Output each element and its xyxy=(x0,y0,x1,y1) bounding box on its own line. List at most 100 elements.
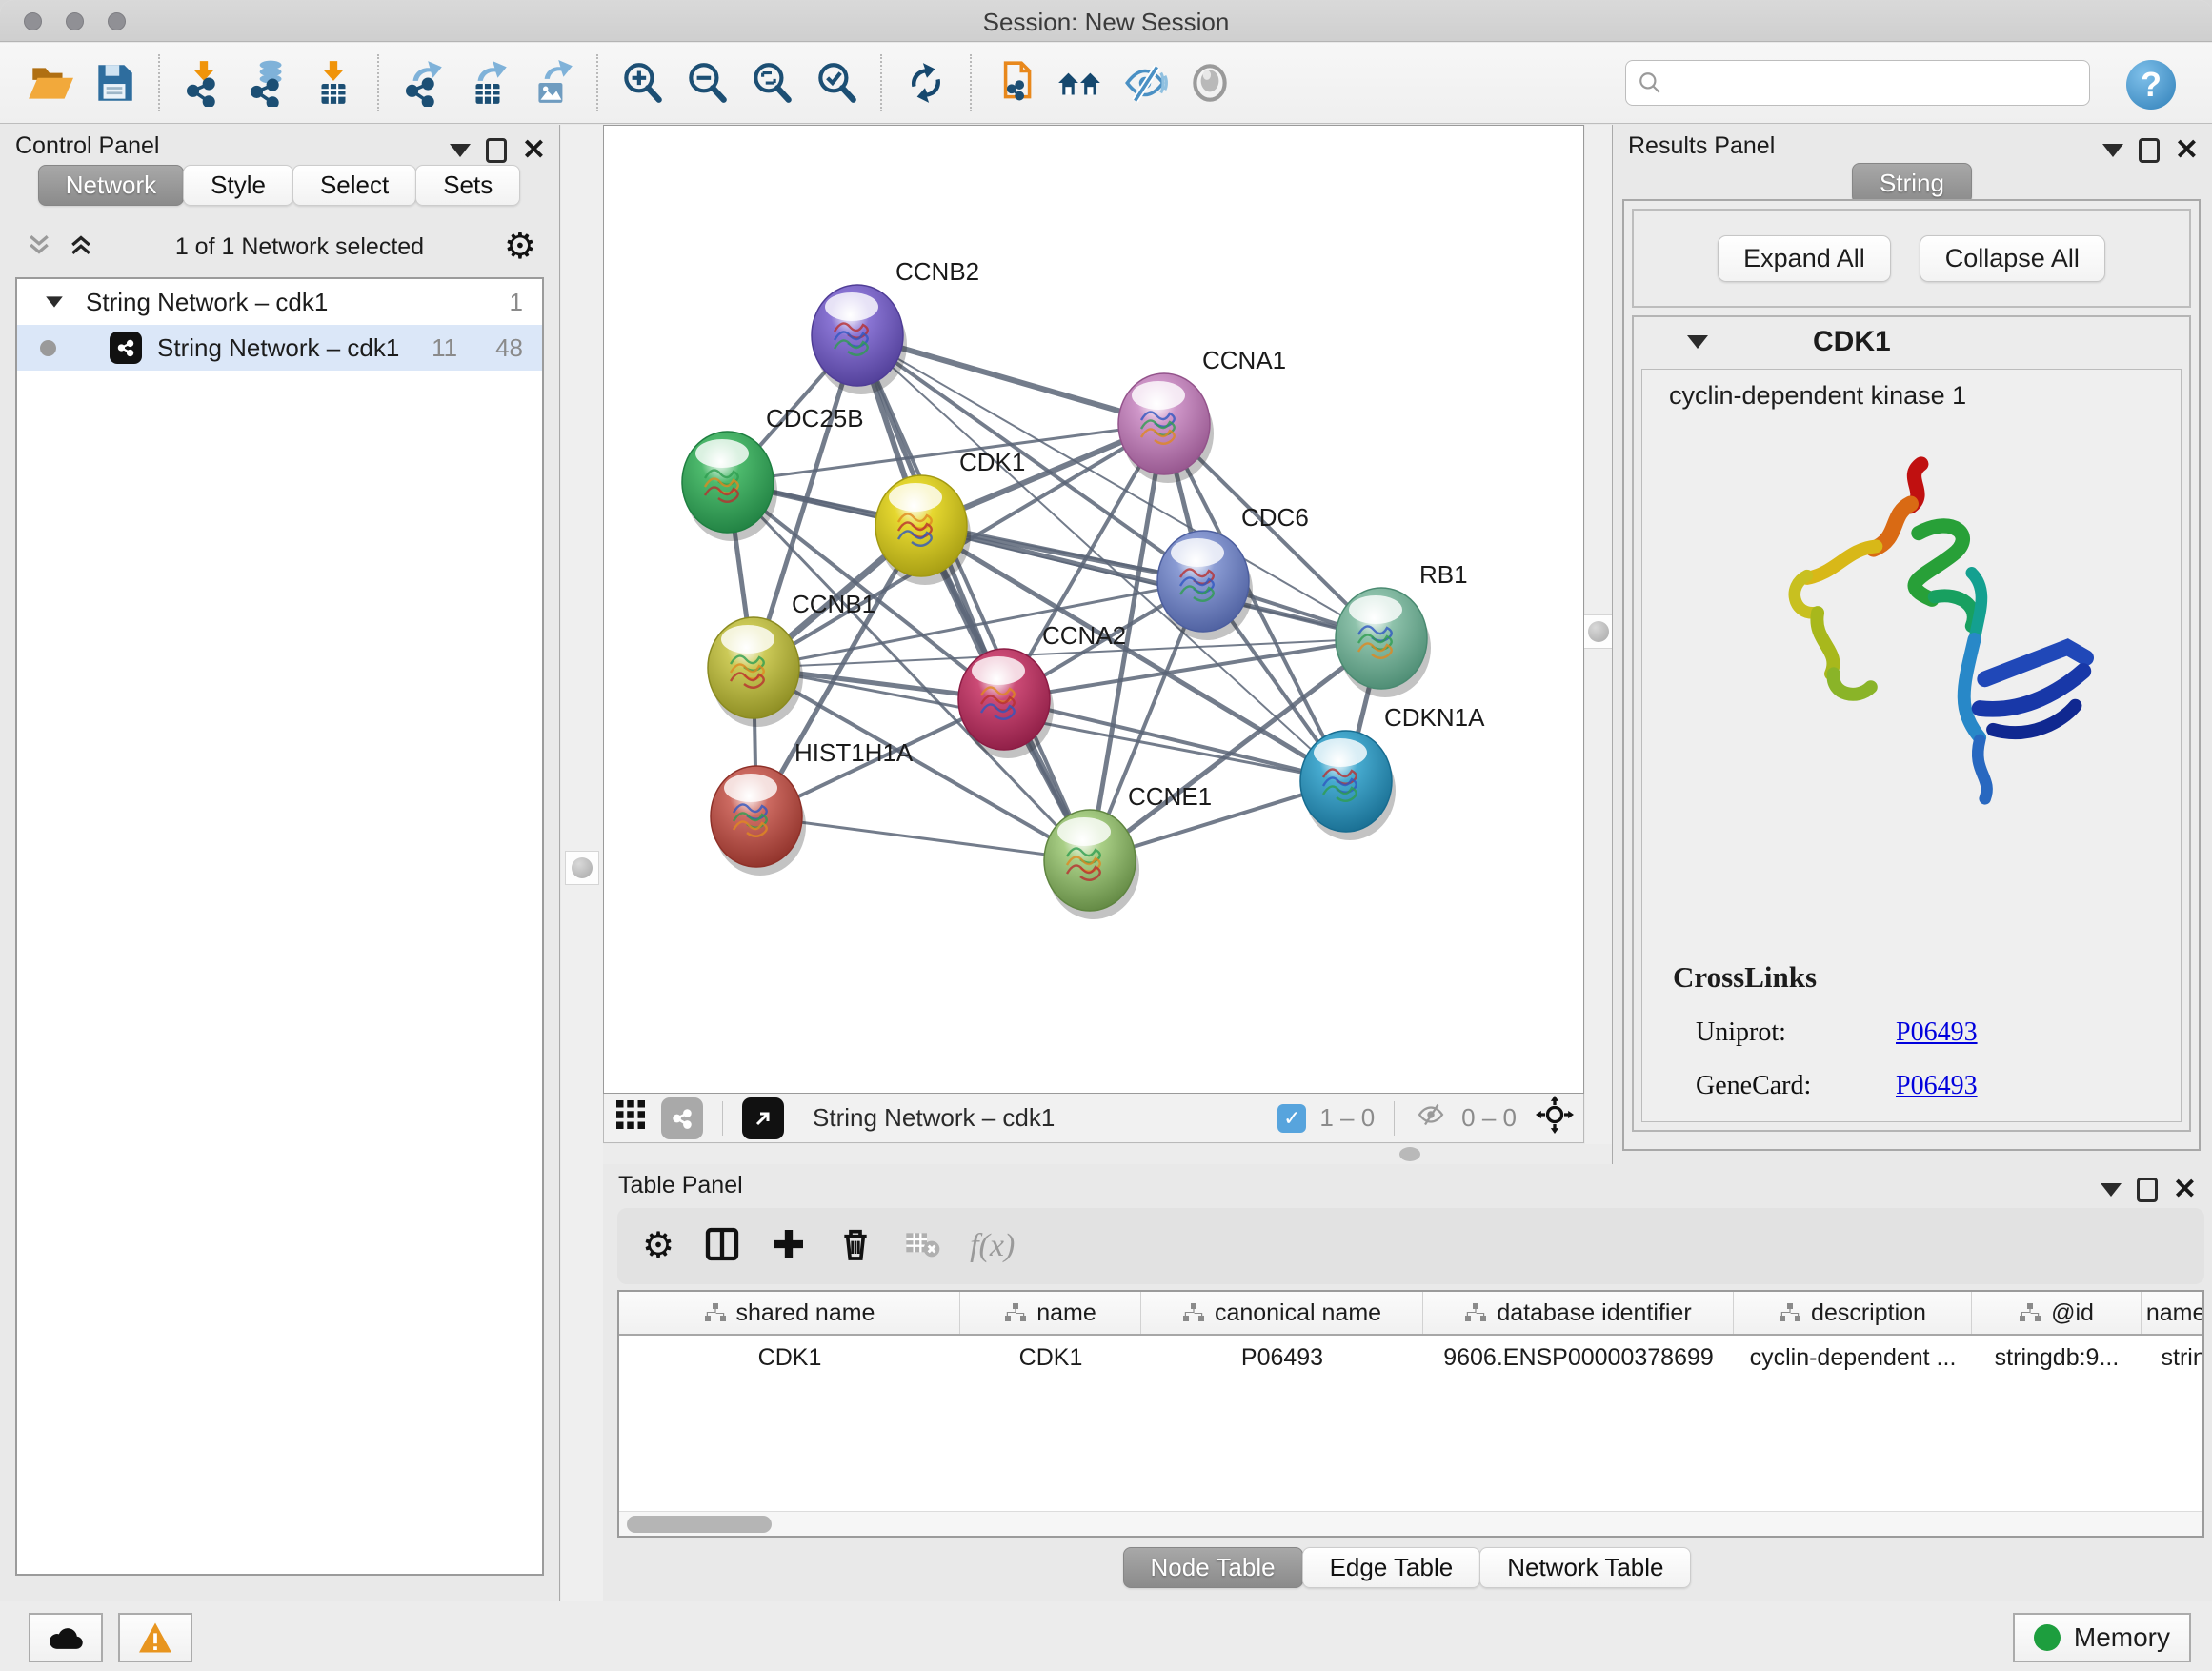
network-canvas[interactable]: CCNB2 CCNA1 CDC25BCDK1 CDC6RB1 CCNB1 CCNA2 CDK… xyxy=(603,125,1584,1094)
hidden-eye-icon[interactable] xyxy=(1414,1097,1448,1138)
column-header--id[interactable]: @id xyxy=(1972,1292,2142,1334)
tab-network[interactable]: Network xyxy=(38,165,184,206)
zoom-selected-icon[interactable] xyxy=(810,56,863,110)
cloud-status-button[interactable] xyxy=(29,1613,103,1662)
panel-menu-icon[interactable] xyxy=(450,144,471,157)
detach-view-icon[interactable] xyxy=(742,1097,784,1139)
network-node-ccna1[interactable]: CCNA1 xyxy=(1118,346,1286,483)
network-node-cdc25b[interactable]: CDC25B xyxy=(682,404,864,541)
panel-menu-icon[interactable] xyxy=(2101,1183,2122,1197)
float-panel-icon[interactable] xyxy=(486,138,507,163)
left-splitter-handle[interactable] xyxy=(565,851,599,885)
tab-network-table[interactable]: Network Table xyxy=(1479,1547,1691,1588)
column-header-canonical-name[interactable]: canonical name xyxy=(1141,1292,1423,1334)
save-session-icon[interactable] xyxy=(88,56,141,110)
hide-selected-eye-icon[interactable] xyxy=(1118,56,1172,110)
network-options-gear-icon[interactable]: ⚙ xyxy=(504,229,536,265)
show-hidden-eye-icon[interactable] xyxy=(1183,56,1237,110)
network-node-cdkn1a[interactable]: CDKN1A xyxy=(1300,703,1485,840)
add-column-icon[interactable] xyxy=(770,1225,808,1268)
float-panel-icon[interactable] xyxy=(2139,138,2160,163)
zoom-fit-icon[interactable] xyxy=(745,56,798,110)
collapse-all-button[interactable]: Collapse All xyxy=(1920,235,2105,282)
column-header-namespace[interactable]: namespace xyxy=(2142,1292,2204,1334)
close-panel-icon[interactable]: ✕ xyxy=(2175,136,2199,165)
close-panel-icon[interactable]: ✕ xyxy=(522,136,546,165)
float-panel-icon[interactable] xyxy=(2137,1178,2158,1202)
export-image-icon[interactable] xyxy=(526,56,579,110)
export-table-icon[interactable] xyxy=(461,56,514,110)
import-network-database-icon[interactable] xyxy=(242,56,295,110)
zoom-in-icon[interactable] xyxy=(615,56,669,110)
network-node-ccnb2[interactable]: CCNB2 xyxy=(812,257,979,394)
tab-edge-table[interactable]: Edge Table xyxy=(1302,1547,1481,1588)
grid-view-icon[interactable] xyxy=(613,1097,648,1138)
collapse-all-chevron-icon[interactable] xyxy=(25,231,53,264)
tab-sets[interactable]: Sets xyxy=(415,165,520,206)
network-node-cdk1[interactable]: CDK1 xyxy=(875,448,1025,585)
table-cell[interactable]: cyclin-dependent ... xyxy=(1734,1344,1972,1372)
table-cell[interactable]: 9606.ENSP00000378699 xyxy=(1423,1344,1734,1372)
gene-section-header[interactable]: CDK1 xyxy=(1634,317,2189,367)
tab-node-table[interactable]: Node Table xyxy=(1123,1547,1303,1588)
zoom-out-icon[interactable] xyxy=(680,56,734,110)
selected-node-edge-counter: 1 – 0 xyxy=(1319,1103,1375,1133)
show-columns-icon[interactable] xyxy=(703,1225,741,1268)
left-splitter[interactable] xyxy=(561,125,603,1601)
network-node-ccnb1[interactable]: CCNB1 xyxy=(708,590,875,727)
crosslink-link[interactable]: P06493 xyxy=(1896,1017,1978,1048)
network-edge[interactable] xyxy=(857,335,1090,860)
collection-expander-icon[interactable] xyxy=(46,296,63,307)
tab-select[interactable]: Select xyxy=(292,165,416,206)
table-cell[interactable]: stringdb xyxy=(2142,1344,2204,1372)
string-query-icon[interactable] xyxy=(989,56,1042,110)
column-header-name[interactable]: name xyxy=(960,1292,1141,1334)
column-header-database-identifier[interactable]: database identifier xyxy=(1423,1292,1734,1334)
network-node-cdc6[interactable]: CDC6 xyxy=(1157,503,1309,640)
table-options-gear-icon[interactable]: ⚙ xyxy=(642,1228,674,1264)
network-share-icon[interactable] xyxy=(661,1097,703,1139)
crosslink-link[interactable]: P06493 xyxy=(1896,1071,1978,1101)
birds-eye-view-icon[interactable] xyxy=(1536,1096,1574,1140)
network-type-icon xyxy=(110,332,142,364)
table-cell[interactable]: CDK1 xyxy=(619,1344,960,1372)
expand-all-chevron-icon[interactable] xyxy=(67,231,95,264)
warnings-button[interactable] xyxy=(118,1613,192,1662)
search-input[interactable] xyxy=(1662,69,2078,97)
import-table-file-icon[interactable] xyxy=(307,56,360,110)
network-edge[interactable] xyxy=(756,816,1090,860)
network-node-ccna2[interactable]: CCNA2 xyxy=(958,621,1126,758)
expand-all-button[interactable]: Expand All xyxy=(1718,235,1891,282)
column-header-description[interactable]: description xyxy=(1734,1292,1972,1334)
delete-table-icon[interactable] xyxy=(903,1225,941,1268)
show-networks-home-icon[interactable] xyxy=(1054,56,1107,110)
column-header-shared-name[interactable]: shared name xyxy=(619,1292,960,1334)
function-builder-icon[interactable]: f(x) xyxy=(970,1228,1015,1264)
memory-button[interactable]: Memory xyxy=(2013,1613,2191,1662)
help-button[interactable]: ? xyxy=(2126,60,2176,110)
horizontal-splitter-handle[interactable] xyxy=(1399,1147,1420,1161)
close-panel-icon[interactable]: ✕ xyxy=(2173,1176,2197,1204)
tab-style[interactable]: Style xyxy=(183,165,293,206)
network-node-rb1[interactable]: RB1 xyxy=(1336,560,1468,697)
export-network-icon[interactable] xyxy=(396,56,450,110)
network-node-ccne1[interactable]: CCNE1 xyxy=(1044,782,1212,919)
table-cell[interactable]: CDK1 xyxy=(960,1344,1141,1372)
selected-checkbox-icon[interactable]: ✓ xyxy=(1277,1104,1306,1133)
network-row[interactable]: String Network – cdk1 11 48 xyxy=(17,325,542,371)
network-node-hist1h1a[interactable]: HIST1H1A xyxy=(711,738,914,876)
import-network-file-icon[interactable] xyxy=(177,56,231,110)
scrollbar-thumb[interactable] xyxy=(627,1516,772,1533)
open-session-icon[interactable] xyxy=(23,56,76,110)
table-horizontal-scrollbar[interactable] xyxy=(619,1511,2202,1536)
right-splitter-handle[interactable] xyxy=(1581,614,1616,649)
delete-column-icon[interactable] xyxy=(836,1225,875,1268)
table-cell[interactable]: P06493 xyxy=(1141,1344,1423,1372)
panel-menu-icon[interactable] xyxy=(2102,144,2123,157)
tab-string[interactable]: String xyxy=(1852,163,1972,204)
apply-layout-icon[interactable] xyxy=(899,56,953,110)
table-cell[interactable]: stringdb:9... xyxy=(1972,1344,2142,1372)
table-row[interactable]: CDK1CDK1P064939606.ENSP00000378699cyclin… xyxy=(619,1336,2202,1379)
section-expander-icon[interactable] xyxy=(1687,335,1708,349)
network-collection-row[interactable]: String Network – cdk1 1 xyxy=(17,279,542,325)
